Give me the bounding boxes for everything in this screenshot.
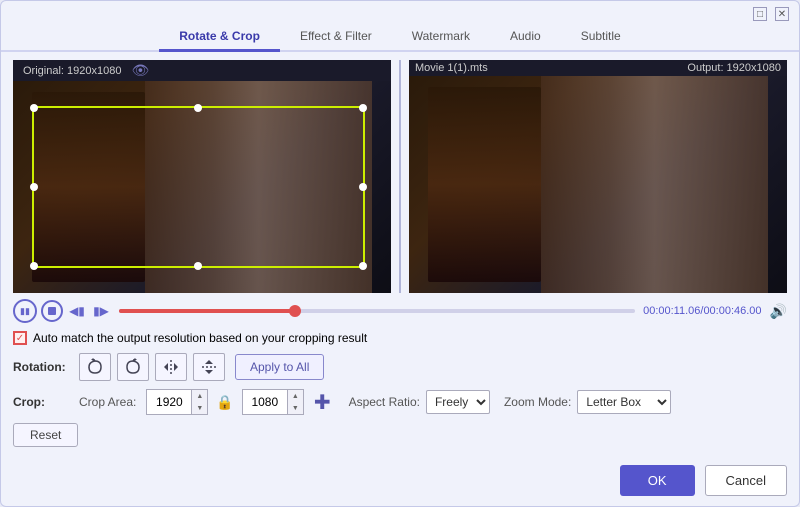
- crop-handle-tl[interactable]: [30, 104, 38, 112]
- auto-match-checkbox[interactable]: ✓: [13, 331, 27, 345]
- tab-watermark[interactable]: Watermark: [392, 23, 490, 52]
- tab-bar: Rotate & Crop Effect & Filter Watermark …: [1, 23, 799, 52]
- content-area: Original: 1920x1080 👁: [1, 52, 799, 457]
- crop-overlay[interactable]: [32, 106, 365, 267]
- rotate-left-button[interactable]: [79, 353, 111, 381]
- aspect-ratio-label: Aspect Ratio:: [349, 395, 420, 409]
- pause-button[interactable]: ▮▮: [13, 299, 37, 323]
- tab-effect-filter[interactable]: Effect & Filter: [280, 23, 392, 52]
- lock-icon[interactable]: 🔒: [216, 394, 233, 411]
- skip-next-button[interactable]: ▮▶: [91, 301, 111, 321]
- stop-button[interactable]: [41, 300, 63, 322]
- rotate-right-button[interactable]: [117, 353, 149, 381]
- aspect-ratio-select[interactable]: Freely 16:9 4:3 1:1: [426, 390, 490, 414]
- tab-rotate-crop[interactable]: Rotate & Crop: [159, 23, 280, 52]
- progress-thumb[interactable]: [289, 305, 301, 317]
- rotation-row: Rotation:: [13, 349, 787, 385]
- crop-handle-tm[interactable]: [194, 104, 202, 112]
- crop-width-input-group: ▲ ▼: [146, 389, 208, 415]
- crop-handle-bm[interactable]: [194, 262, 202, 270]
- auto-match-row: ✓ Auto match the output resolution based…: [13, 327, 787, 349]
- minimize-button[interactable]: □: [753, 7, 767, 21]
- preview-filename: Movie 1(1).mts: [415, 62, 488, 74]
- cancel-button[interactable]: Cancel: [705, 465, 787, 496]
- crop-height-input-group: ▲ ▼: [242, 389, 304, 415]
- crop-height-up[interactable]: ▲: [287, 390, 303, 402]
- skip-prev-button[interactable]: ◀▮: [67, 301, 87, 321]
- preview-video: [409, 76, 787, 293]
- original-video-panel: Original: 1920x1080 👁: [13, 60, 391, 293]
- flip-vertical-button[interactable]: [193, 353, 225, 381]
- ok-button[interactable]: OK: [620, 465, 695, 496]
- apply-to-all-button[interactable]: Apply to All: [235, 354, 324, 380]
- main-window: □ ✕ Rotate & Crop Effect & Filter Waterm…: [0, 0, 800, 507]
- playback-controls: ▮▮ ◀▮ ▮▶ 00:00:11.06/00:00:46.00 🔊: [13, 293, 787, 327]
- crop-height-input[interactable]: [243, 390, 287, 414]
- rotation-label: Rotation:: [13, 360, 73, 374]
- panel-divider: [399, 60, 401, 293]
- zoom-mode-select[interactable]: Letter Box Pan & Scan Full: [577, 390, 671, 414]
- close-button[interactable]: ✕: [775, 7, 789, 21]
- video-row: Original: 1920x1080 👁: [13, 60, 787, 293]
- crop-handle-bl[interactable]: [30, 262, 38, 270]
- reset-button[interactable]: Reset: [13, 423, 78, 447]
- crop-handle-br[interactable]: [359, 262, 367, 270]
- crop-width-up[interactable]: ▲: [191, 390, 207, 402]
- auto-match-label: Auto match the output resolution based o…: [33, 331, 367, 345]
- crop-handle-tr[interactable]: [359, 104, 367, 112]
- crop-label: Crop:: [13, 395, 73, 409]
- crop-width-down[interactable]: ▼: [191, 402, 207, 414]
- bottom-buttons: OK Cancel: [1, 457, 799, 506]
- crosshair-icon[interactable]: ✚: [314, 390, 331, 415]
- volume-icon[interactable]: 🔊: [770, 303, 787, 320]
- crop-height-down[interactable]: ▼: [287, 402, 303, 414]
- tab-subtitle[interactable]: Subtitle: [561, 23, 641, 52]
- original-label: Original: 1920x1080: [19, 63, 125, 79]
- eye-icon[interactable]: 👁: [131, 62, 149, 79]
- progress-bar[interactable]: [119, 309, 635, 313]
- crop-row: Crop: Crop Area: ▲ ▼ 🔒 ▲ ▼ ✚: [13, 385, 787, 419]
- time-display: 00:00:11.06/00:00:46.00: [643, 305, 761, 317]
- crop-area-label: Crop Area:: [79, 395, 136, 409]
- output-label: Output: 1920x1080: [687, 62, 781, 74]
- preview-video-panel: Movie 1(1).mts Output: 1920x1080: [409, 60, 787, 293]
- progress-fill: [119, 309, 300, 313]
- tab-audio[interactable]: Audio: [490, 23, 561, 52]
- title-bar: □ ✕: [1, 1, 799, 21]
- crop-handle-ml[interactable]: [30, 183, 38, 191]
- flip-horizontal-button[interactable]: [155, 353, 187, 381]
- crop-handle-mr[interactable]: [359, 183, 367, 191]
- reset-row: Reset: [13, 419, 787, 451]
- crop-width-input[interactable]: [147, 390, 191, 414]
- original-video: [13, 81, 391, 293]
- zoom-mode-label: Zoom Mode:: [504, 395, 571, 409]
